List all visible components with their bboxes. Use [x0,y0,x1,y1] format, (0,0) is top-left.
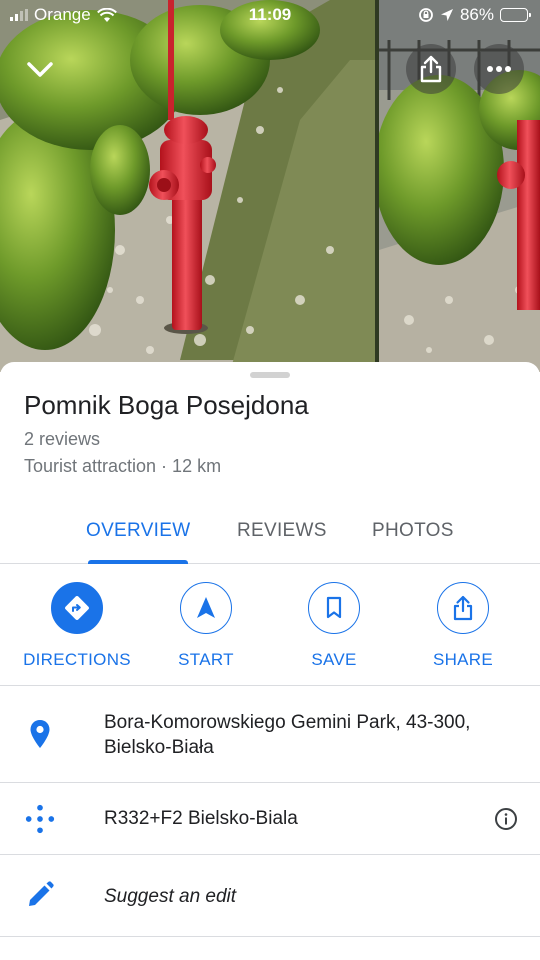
navigation-arrow-icon [197,597,215,618]
plus-code-icon [24,803,56,835]
place-title: Pomnik Boga Posejdona [24,390,309,420]
directions-label: DIRECTIONS [23,650,131,669]
battery-icon [500,8,531,22]
place-sheet: Pomnik Boga Posejdona 2 reviews Tourist … [0,362,540,960]
plus-code-text: R332+F2 Bielsko-Biala [104,808,298,829]
tab-bar: OVERVIEW REVIEWS PHOTOS [0,502,540,564]
suggest-edit-row[interactable]: Suggest an edit [0,855,540,937]
chevron-down-icon [27,62,53,77]
directions-icon [65,596,89,620]
plus-code-row[interactable]: R332+F2 Bielsko-Biala [0,783,540,855]
start-button-circle [180,582,232,634]
tab-reviews[interactable]: REVIEWS [237,520,327,542]
start-label: START [178,650,234,669]
start-button[interactable]: START [141,582,271,670]
address-row[interactable]: Bora-Komorowskiego Gemini Park, 43-300, … [0,686,540,783]
reviews-count-link[interactable]: 2 reviews [24,429,100,450]
share-icon [453,595,473,621]
address-line-2: Bielsko-Biała [104,737,214,758]
battery-percentage: 86% [459,5,494,24]
photo-carousel[interactable] [0,0,540,372]
status-right: 86% [418,5,531,25]
action-bar: DIRECTIONS START SAVE SHARE [0,564,540,686]
share-button-circle [437,582,489,634]
suggest-edit-text: Suggest an edit [104,886,237,907]
address-line-1: Bora-Komorowskiego Gemini Park, 43-300, [104,712,471,733]
location-pin-icon [24,718,56,750]
save-label: SAVE [311,650,357,669]
location-services-icon [440,9,453,21]
share-button[interactable]: SHARE [398,582,528,670]
info-icon[interactable] [494,807,518,831]
share-icon [420,55,442,83]
more-options-button[interactable] [474,44,524,94]
share-label: SHARE [432,650,494,669]
bookmark-icon [326,596,342,619]
collapse-button[interactable] [16,46,64,94]
place-category-distance: Tourist attraction · 12 km [24,456,222,476]
save-button[interactable]: SAVE [269,582,399,670]
tab-photos[interactable]: PHOTOS [372,520,454,542]
more-horizontal-icon [487,66,511,72]
address-text: Bora-Komorowskiego Gemini Park, 43-300, … [104,710,516,760]
pencil-icon [24,879,56,911]
directions-button-circle [51,582,103,634]
screen-rotation-lock-icon [419,8,433,22]
drag-handle[interactable] [250,372,290,378]
tab-overview[interactable]: OVERVIEW [86,520,190,542]
status-bar: Orange 11:09 86% [0,0,540,30]
save-button-circle [308,582,360,634]
directions-button[interactable]: DIRECTIONS [12,582,142,670]
share-photo-button[interactable] [406,44,456,94]
